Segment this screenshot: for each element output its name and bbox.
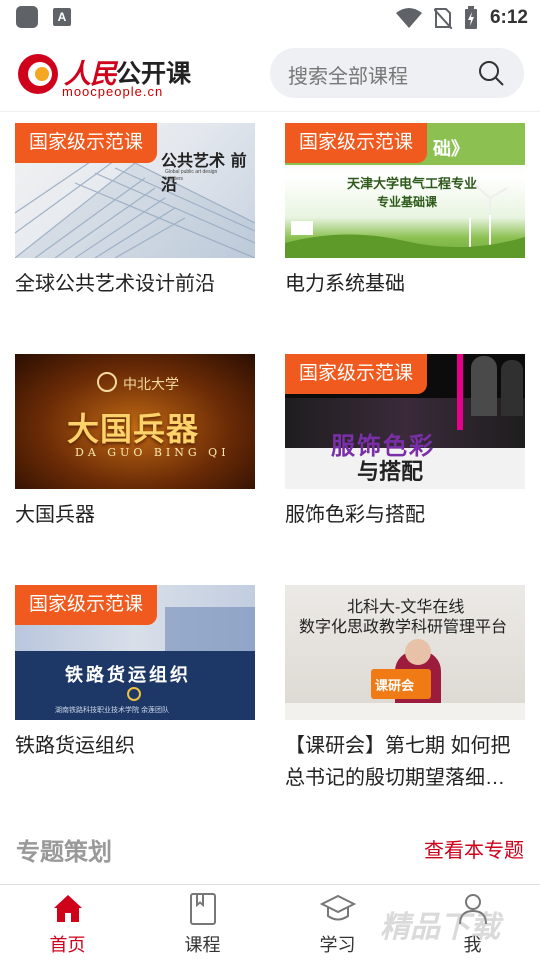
course-thumbnail[interactable]: 础》 天津大学电气工程专业 专业基础课 国家级示范课 bbox=[285, 123, 525, 258]
tab-label: 课程 bbox=[184, 935, 221, 955]
railway-emblem-icon bbox=[127, 687, 141, 701]
course-title[interactable]: 服饰色彩与搭配 bbox=[285, 499, 525, 531]
view-topic-link[interactable]: 查看本专题 bbox=[424, 834, 524, 863]
section-title: 专题策划 bbox=[16, 839, 112, 866]
home-icon bbox=[53, 895, 82, 922]
national-demo-badge: 国家级示范课 bbox=[15, 123, 158, 163]
course-title[interactable]: 电力系统基础 bbox=[285, 268, 525, 300]
tab-courses[interactable]: 课程 bbox=[135, 885, 270, 960]
thumbnail-subtext: Global public art design frontiers bbox=[165, 169, 218, 182]
national-demo-badge: 国家级示范课 bbox=[15, 585, 158, 625]
thumbnail-text: 大国兵器 bbox=[67, 411, 200, 447]
status-bar: A 6:12 bbox=[0, 0, 540, 36]
thumbnail-subtext: 数字化思政教学科研管理平台 bbox=[299, 619, 508, 636]
course-title[interactable]: 【课研会】第七期 如何把总书记的殷切期望落细… bbox=[285, 730, 525, 794]
course-thumbnail[interactable]: 北科大-文华在线 数字化思政教学科研管理平台 课研会 bbox=[285, 585, 525, 720]
search-placeholder: 搜索全部课程 bbox=[288, 66, 408, 88]
logo-url: moocpeople.cn bbox=[62, 84, 164, 99]
wifi-icon bbox=[395, 8, 422, 28]
course-title[interactable]: 全球公共艺术设计前沿 bbox=[15, 268, 255, 300]
no-sim-icon bbox=[433, 8, 452, 29]
national-demo-badge: 国家级示范课 bbox=[285, 354, 428, 394]
logo-emblem-icon bbox=[18, 54, 58, 94]
course-title[interactable]: 大国兵器 bbox=[15, 499, 255, 531]
clock: 6:12 bbox=[489, 7, 528, 28]
book-icon bbox=[189, 893, 216, 925]
course-thumbnail[interactable]: 服饰色彩 与搭配 国家级示范课 bbox=[285, 354, 525, 489]
tab-home[interactable]: 首页 bbox=[0, 885, 135, 960]
course-title[interactable]: 铁路货运组织 bbox=[15, 730, 255, 762]
national-demo-badge: 国家级示范课 bbox=[285, 123, 428, 163]
section-header: 专题策划 查看本专题 bbox=[0, 820, 540, 880]
thumbnail-top-text: 中北大学 bbox=[123, 377, 179, 393]
watermark: 精品下载 bbox=[380, 911, 500, 944]
logo[interactable]: 人民 公开课 moocpeople.cn bbox=[16, 50, 196, 100]
graduation-cap-icon bbox=[319, 894, 356, 921]
battery-charging-icon bbox=[464, 6, 477, 29]
thumbnail-subtext: 与搭配 bbox=[357, 459, 424, 484]
top-bar: 人民 公开课 moocpeople.cn 搜索全部课程 bbox=[0, 36, 540, 112]
tab-label: 学习 bbox=[319, 935, 356, 955]
course-thumbnail[interactable]: 中北大学 大国兵器 DA GUO BING QI bbox=[15, 354, 255, 489]
thumbnail-subtext: DA GUO BING QI bbox=[75, 446, 230, 459]
search-bar[interactable]: 搜索全部课程 bbox=[270, 48, 524, 98]
course-thumbnail[interactable]: 铁路货运组织 湖南铁路科技职业技术学院 余莲团队 国家级示范课 bbox=[15, 585, 255, 720]
course-thumbnail[interactable]: 公共艺术 前沿 Global public art design frontie… bbox=[15, 123, 255, 258]
thumbnail-text: 铁路货运组织 bbox=[65, 665, 191, 685]
thumbnail-sign-text: 课研会 bbox=[375, 678, 415, 693]
keyboard-notification-icon: A bbox=[53, 8, 71, 26]
thumbnail-subtext: 湖南铁路科技职业技术学院 余莲团队 bbox=[55, 707, 169, 714]
app-notification-icon bbox=[16, 6, 38, 28]
tab-label: 首页 bbox=[49, 935, 86, 955]
search-icon[interactable] bbox=[478, 60, 504, 86]
